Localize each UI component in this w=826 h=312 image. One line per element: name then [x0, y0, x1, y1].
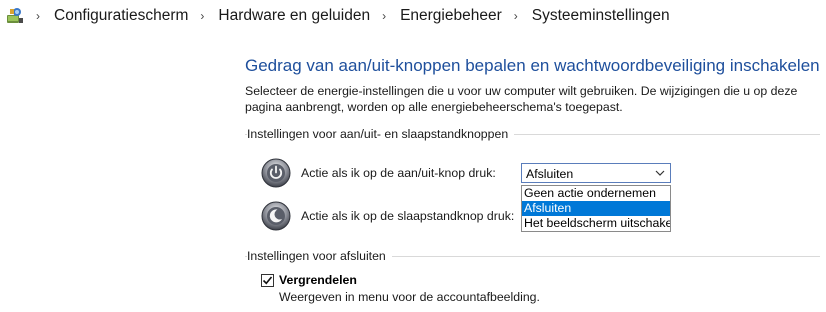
- breadcrumb-item-energiebeheer[interactable]: Energiebeheer: [400, 7, 502, 25]
- breadcrumb: › Configuratiescherm › Hardware en gelui…: [30, 7, 670, 25]
- chevron-down-icon: [655, 170, 665, 176]
- lock-checkbox-label[interactable]: Vergrendelen: [279, 273, 357, 287]
- breadcrumb-item-hardware[interactable]: Hardware en geluiden: [218, 7, 370, 25]
- buttons-section-heading: Instellingen voor aan/uit- en slaapstand…: [247, 127, 515, 141]
- chevron-right-icon[interactable]: ›: [508, 9, 524, 23]
- sleep-button-action-label: Actie als ik op de slaapstandknop druk:: [301, 209, 515, 223]
- page-description: Selecteer de energie-instellingen die u …: [245, 84, 798, 114]
- lock-checkbox[interactable]: [261, 274, 274, 287]
- sleep-button-icon: [261, 201, 291, 231]
- power-button-action-select[interactable]: Afsluiten: [521, 163, 671, 183]
- dropdown-option-beeldscherm-uitschakelen[interactable]: Het beeldscherm uitschakelen: [522, 216, 670, 231]
- dropdown-option-afsluiten[interactable]: Afsluiten: [522, 201, 670, 216]
- shutdown-section-heading: Instellingen voor afsluiten: [247, 249, 392, 263]
- address-bar: › Configuratiescherm › Hardware en gelui…: [0, 0, 826, 34]
- chevron-right-icon[interactable]: ›: [376, 9, 392, 23]
- dropdown-option-geen-actie[interactable]: Geen actie ondernemen: [522, 186, 670, 201]
- breadcrumb-item-configuratiescherm[interactable]: Configuratiescherm: [54, 7, 188, 25]
- power-button-icon: [261, 158, 291, 188]
- chevron-right-icon[interactable]: ›: [194, 9, 210, 23]
- lock-description: Weergeven in menu voor de accountafbeeld…: [279, 290, 540, 304]
- control-panel-icon[interactable]: [5, 6, 25, 26]
- power-button-action-label: Actie als ik op de aan/uit-knop druk:: [301, 166, 496, 180]
- chevron-right-icon[interactable]: ›: [30, 9, 46, 23]
- breadcrumb-item-systeeminstellingen[interactable]: Systeeminstellingen: [532, 7, 670, 25]
- checkmark-icon: [262, 276, 273, 285]
- page-title: Gedrag van aan/uit-knoppen bepalen en wa…: [245, 56, 820, 75]
- power-button-action-value: Afsluiten: [526, 167, 574, 181]
- power-button-action-dropdown: Geen actie ondernemen Afsluiten Het beel…: [521, 185, 671, 232]
